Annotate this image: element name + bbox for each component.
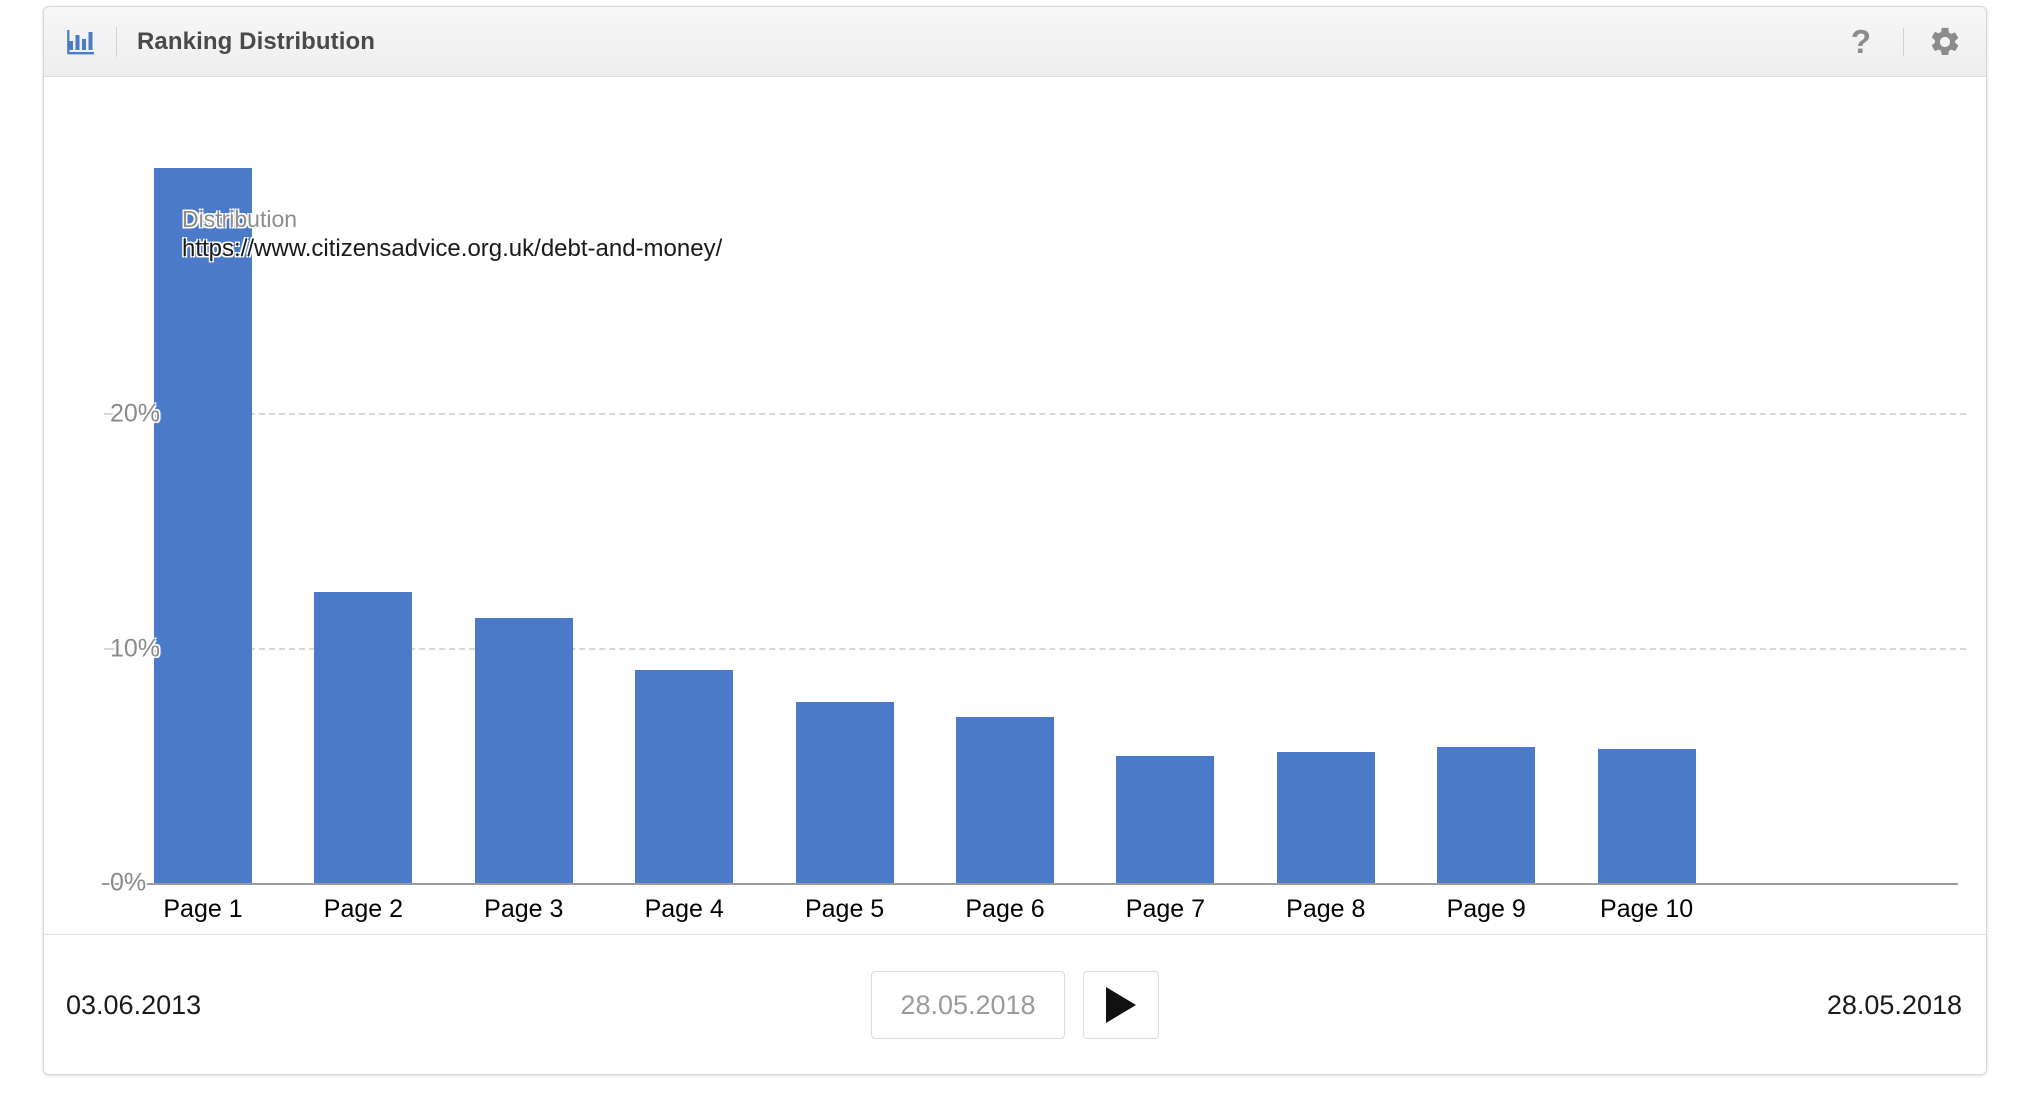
gridline (159, 647, 1966, 650)
header-divider (116, 26, 117, 57)
bar[interactable] (956, 716, 1054, 883)
help-icon[interactable]: ? (1843, 25, 1879, 58)
x-axis-label: Page 8 (1286, 895, 1366, 923)
tooltip-url: https://www.citizensadvice.org.uk/debt-a… (182, 235, 723, 263)
bar[interactable] (314, 592, 413, 883)
gridline (159, 413, 1966, 415)
bar[interactable] (154, 167, 252, 883)
x-axis-label: Page 7 (1125, 895, 1206, 923)
x-axis-label: Page 10 (1600, 895, 1694, 923)
hover-tooltip: Distribution https://www.citizensadvice.… (182, 205, 722, 265)
play-button[interactable] (1083, 971, 1159, 1039)
gear-icon[interactable] (1928, 25, 1962, 59)
x-axis-label: Page 5 (804, 895, 885, 923)
play-icon (1106, 987, 1136, 1023)
bar[interactable] (474, 618, 573, 883)
panel-header: Ranking Distribution ? (44, 7, 1986, 77)
x-axis-label: Page 9 (1446, 895, 1526, 923)
bar[interactable] (1597, 749, 1696, 883)
range-start-date: 03.06.2013 (66, 989, 202, 1020)
x-axis-label: Page 1 (163, 895, 243, 923)
bar-chart-plot: 0% 10% 20% Page 1 Page 2 Page 3 Page 4 Page 5 Pa… (44, 77, 1986, 923)
header-actions: ? (1843, 25, 1986, 59)
bar[interactable] (795, 702, 894, 883)
x-axis-label: Page 6 (965, 895, 1045, 923)
y-axis-label: 0% (110, 868, 147, 897)
bar[interactable] (1437, 747, 1536, 883)
page-title: Ranking Distribution (137, 27, 375, 55)
x-axis-label: Page 4 (644, 895, 724, 923)
bar[interactable] (635, 669, 734, 883)
tooltip-series-label: Distribution (182, 206, 298, 232)
bar-chart-icon (66, 27, 96, 57)
ranking-distribution-panel: Ranking Distribution ? 0% 10% 20% Page 1 Pag… (43, 6, 1987, 1075)
bar[interactable] (1276, 751, 1375, 883)
panel-footer: 03.06.2013 28.05.2018 (44, 934, 1986, 1074)
x-axis-line (102, 883, 1958, 885)
y-axis-label: 10% (110, 634, 161, 662)
x-axis-label: Page 2 (323, 895, 404, 923)
x-axis-label: Page 3 (484, 895, 564, 923)
y-axis-label: 20% (110, 399, 161, 428)
current-date-input[interactable] (871, 971, 1065, 1039)
chart-area: 0% 10% 20% Page 1 Page 2 Page 3 Page 4 Page 5 Pa… (44, 77, 1986, 1022)
bar[interactable] (1116, 756, 1215, 883)
playback-controls (871, 971, 1159, 1039)
range-end-date: 28.05.2018 (1826, 989, 1962, 1020)
header-divider-2 (1903, 27, 1904, 56)
